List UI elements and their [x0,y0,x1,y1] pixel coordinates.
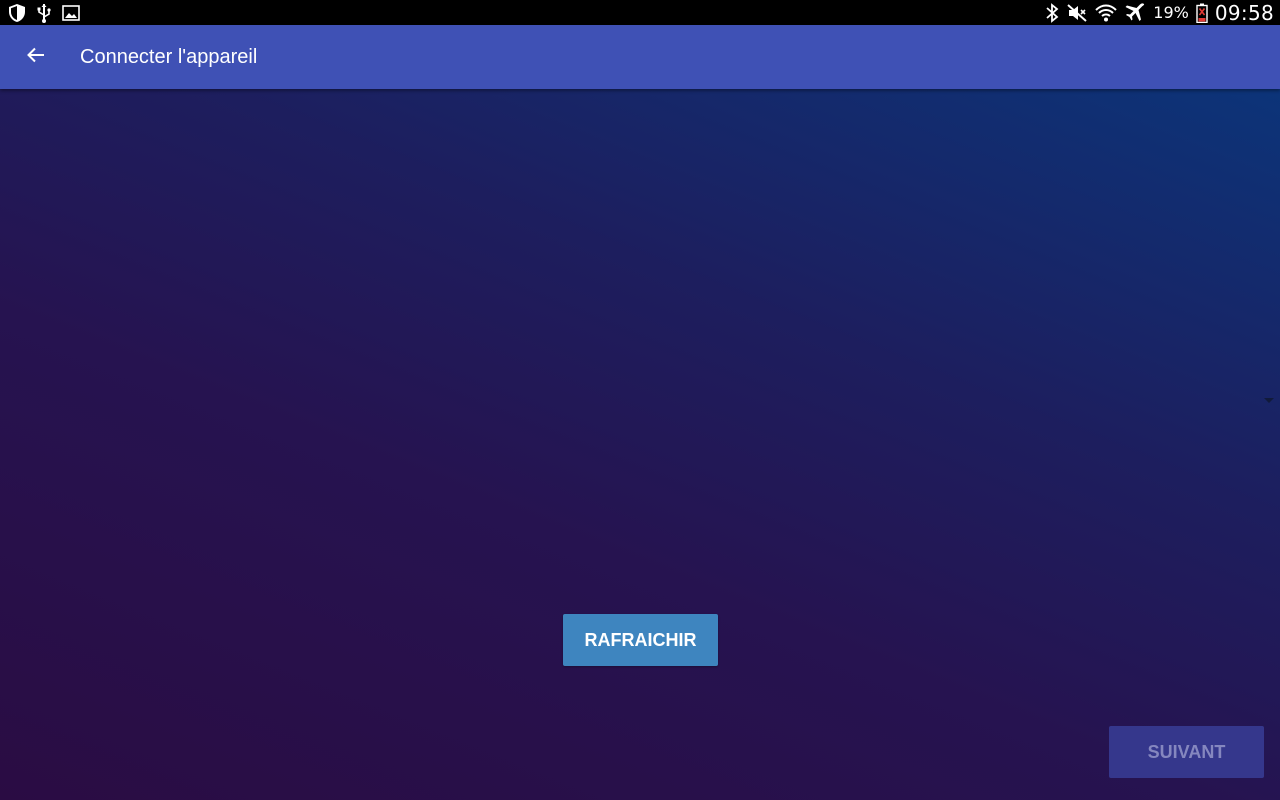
refresh-button[interactable]: RAFRAICHIR [563,614,718,666]
status-right-icons: 19% 09:58 [1045,0,1274,25]
shield-icon [8,3,26,23]
image-icon [62,4,80,21]
clock: 09:58 [1214,0,1274,25]
next-button[interactable]: SUIVANT [1109,726,1264,778]
page-title: Connecter l'appareil [80,45,258,68]
battery-percent: 19% [1153,3,1189,22]
bluetooth-icon [1045,2,1059,23]
wifi-icon [1095,3,1118,23]
back-button[interactable] [12,33,60,81]
main-content: RAFRAICHIR SUIVANT [0,89,1280,800]
airplane-icon [1124,2,1146,24]
battery-icon [1196,3,1208,23]
usb-icon [36,3,52,23]
status-bar: 19% 09:58 [0,0,1280,25]
mute-icon [1066,3,1088,23]
arrow-left-icon [27,47,45,68]
app-bar: Connecter l'appareil [0,25,1280,89]
status-left-icons [8,0,80,25]
caret-down-icon[interactable] [1264,398,1274,403]
